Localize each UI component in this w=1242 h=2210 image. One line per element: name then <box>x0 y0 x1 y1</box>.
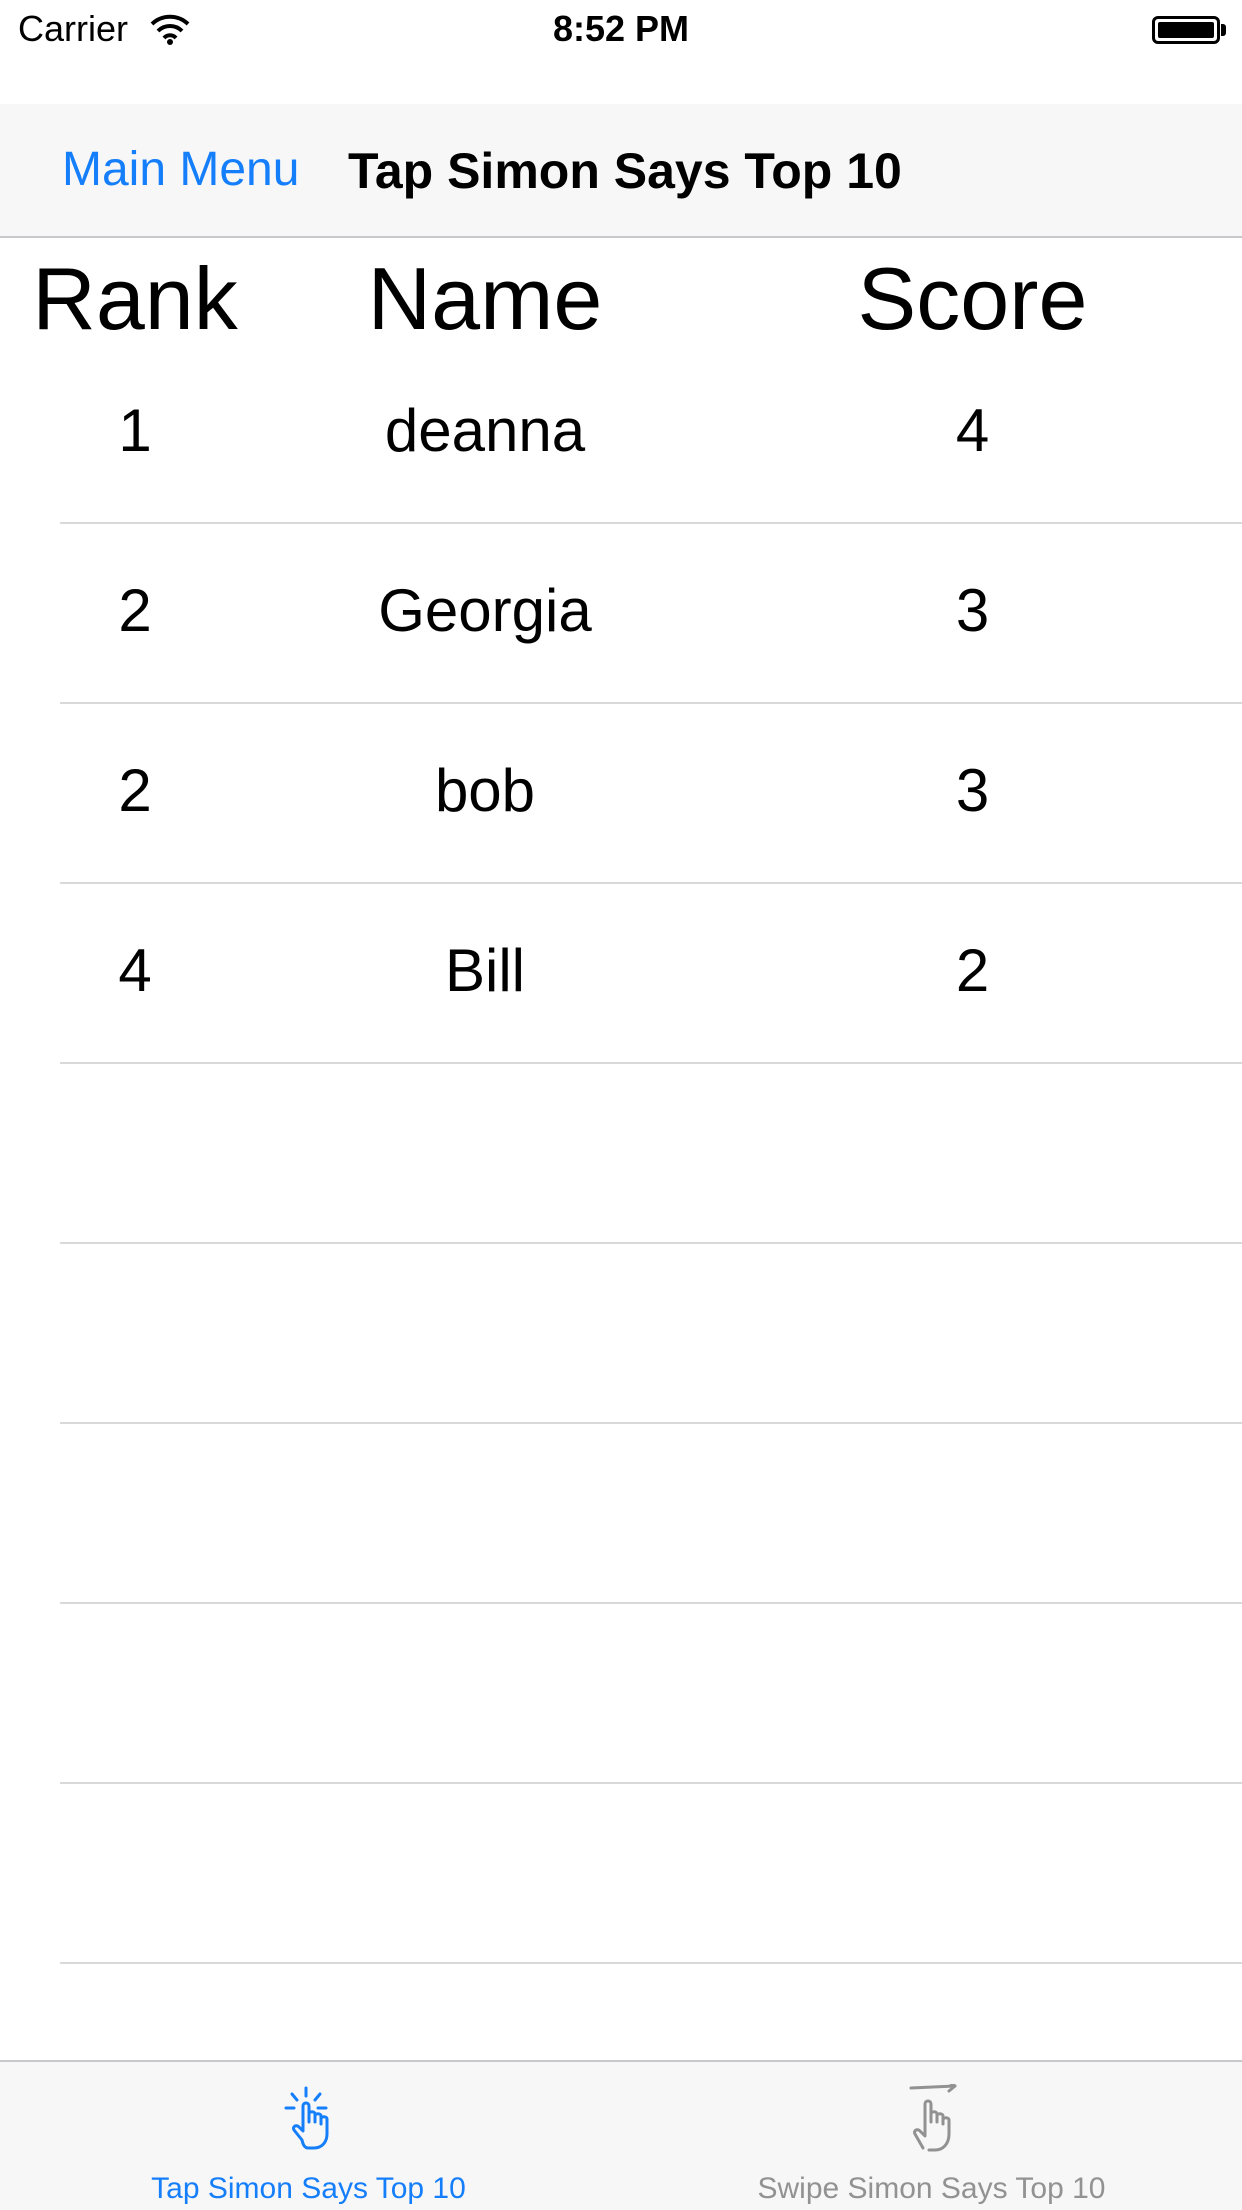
rank-cell: 2 <box>118 577 152 644</box>
score-cell: 3 <box>955 757 990 824</box>
name-cell: Bill <box>444 937 525 1004</box>
table-row-empty[interactable] <box>0 1784 1242 1964</box>
tab-swipe-simon-says[interactable]: Swipe Simon Says Top 10 <box>621 2062 1242 2210</box>
rank-cell: 4 <box>118 937 152 1004</box>
name-cell: Georgia <box>378 577 592 644</box>
name-cell: bob <box>434 757 536 824</box>
tab-label: Swipe Simon Says Top 10 <box>757 2172 1106 2205</box>
name-cell: deanna <box>384 397 586 464</box>
tab-label: Tap Simon Says Top 10 <box>151 2172 466 2205</box>
tap-hand-icon <box>276 2084 346 2154</box>
navigation-bar: Main Menu Tap Simon Says Top 10 <box>0 104 1242 238</box>
table-row[interactable]: 2 bob 3 <box>0 704 1242 884</box>
rank-cell: 2 <box>118 757 152 824</box>
score-cell: 2 <box>955 937 990 1004</box>
status-bar: Carrier 8:52 PM <box>0 0 1242 62</box>
table-header: Rank Name Score <box>0 238 1242 358</box>
table-row-empty[interactable] <box>0 1424 1242 1604</box>
score-header: Score <box>857 249 1088 348</box>
rank-header: Rank <box>32 249 238 348</box>
score-cell: 3 <box>955 577 990 644</box>
scores-table[interactable]: 1 deanna 4 2 Georgia 3 2 bob 3 4 Bill 2 <box>0 344 1242 1964</box>
battery-icon <box>1152 16 1220 44</box>
battery-tip <box>1221 24 1226 36</box>
rank-cell: 1 <box>118 397 152 464</box>
table-row[interactable]: 1 deanna 4 <box>0 344 1242 524</box>
page-title: Tap Simon Says Top 10 <box>348 143 902 199</box>
table-row[interactable]: 2 Georgia 3 <box>0 524 1242 704</box>
main-menu-button[interactable]: Main Menu <box>62 142 299 197</box>
status-time: 8:52 PM <box>552 8 690 49</box>
table-row-empty[interactable] <box>0 1064 1242 1244</box>
score-cell: 4 <box>955 397 990 464</box>
table-row-empty[interactable] <box>0 1604 1242 1784</box>
name-header: Name <box>367 249 603 348</box>
tab-bar: Tap Simon Says Top 10 Swipe Simon Says T… <box>0 2060 1242 2210</box>
table-row[interactable]: 4 Bill 2 <box>0 884 1242 1064</box>
tab-tap-simon-says[interactable]: Tap Simon Says Top 10 <box>0 2062 621 2210</box>
table-row-empty[interactable] <box>0 1244 1242 1424</box>
swipe-hand-icon <box>897 2080 967 2154</box>
